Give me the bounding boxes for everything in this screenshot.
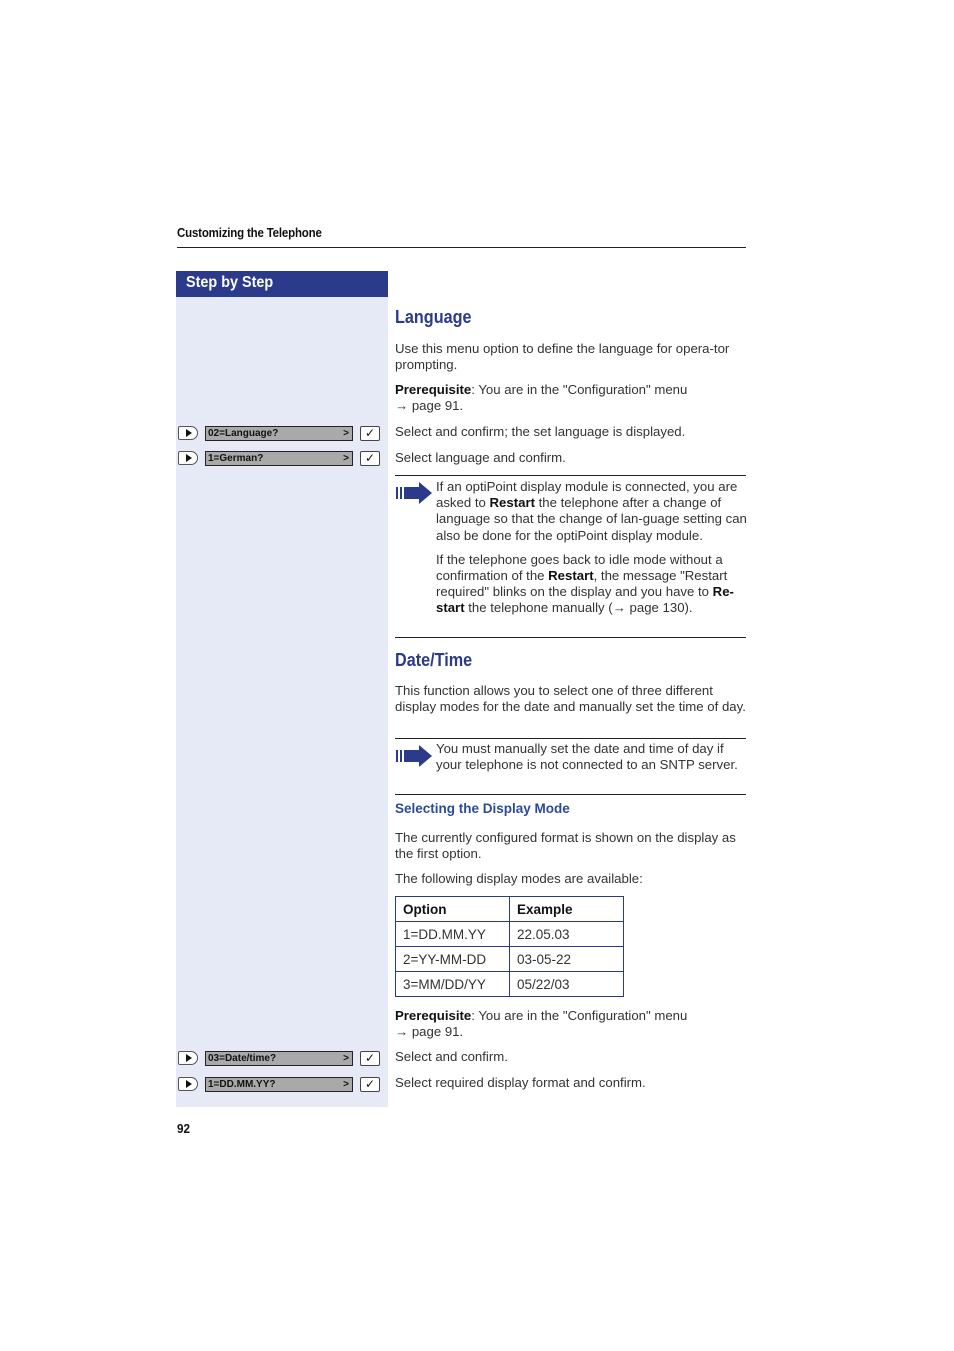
step-description: Select language and confirm. xyxy=(395,450,566,465)
step-row: 1=German? > ✓ xyxy=(178,450,380,466)
navigate-key-icon[interactable] xyxy=(178,426,198,440)
display-text: 02=Language? xyxy=(208,427,279,439)
datetime-note: You must manually set the date and time … xyxy=(436,741,738,773)
language-heading-text: Language xyxy=(395,307,472,327)
note-bold: Restart xyxy=(489,495,535,511)
datetime-prerequisite: Prerequisite: You are in the "Configurat… xyxy=(395,1008,747,1040)
note-rule-bottom xyxy=(395,637,746,638)
note-arrow-icon xyxy=(396,745,432,767)
language-note: If an optiPoint display module is connec… xyxy=(436,479,747,617)
navigate-key-icon[interactable] xyxy=(178,451,198,465)
confirm-key-icon[interactable]: ✓ xyxy=(360,450,380,466)
language-prerequisite: Prerequisite: You are in the "Configurat… xyxy=(395,382,747,414)
phone-display: 1=DD.MM.YY? > xyxy=(205,1076,353,1092)
table-row: 1=DD.MM.YY 22.05.03 xyxy=(395,921,624,947)
confirm-key-icon[interactable]: ✓ xyxy=(360,1050,380,1066)
step-row: 03=Date/time? > ✓ xyxy=(178,1050,380,1066)
datetime-heading: Date/Time xyxy=(395,650,481,671)
step-description: Select and confirm; the set language is … xyxy=(395,424,686,439)
table-header-row: Option Example xyxy=(395,896,624,922)
display-text: 03=Date/time? xyxy=(208,1052,277,1064)
note-rule-bottom xyxy=(395,794,746,795)
display-arrow: > xyxy=(343,1078,349,1090)
display-arrow: > xyxy=(343,452,349,464)
page-reference-link[interactable]: → page 91. xyxy=(395,398,463,413)
table-row: 2=YY-MM-DD 03-05-22 xyxy=(395,946,624,972)
step-by-step-title: Step by Step xyxy=(186,274,274,291)
display-arrow: > xyxy=(343,1052,349,1064)
note-arrow-icon xyxy=(396,482,432,504)
note-text: the telephone manually (→ page 130). xyxy=(464,600,693,616)
display-text: 1=German? xyxy=(208,452,264,464)
display-modes-table: Option Example 1=DD.MM.YY 22.05.03 2=YY-… xyxy=(395,896,624,997)
display-text: 1=DD.MM.YY? xyxy=(208,1078,276,1090)
step-description: Select required display format and confi… xyxy=(395,1075,646,1090)
note-rule-top xyxy=(395,475,746,476)
prereq-text: : You are in the "Configuration" menu xyxy=(471,382,688,397)
column-header-example: Example xyxy=(509,896,624,922)
option-cell: 2=YY-MM-DD xyxy=(395,946,510,972)
language-intro: Use this menu option to define the langu… xyxy=(395,341,730,373)
prereq-label: Prerequisite xyxy=(395,1008,472,1023)
page-number: 92 xyxy=(177,1121,191,1136)
step-description: Select and confirm. xyxy=(395,1049,508,1064)
display-mode-para2: The following display modes are availabl… xyxy=(395,871,643,886)
step-row: 1=DD.MM.YY? > ✓ xyxy=(178,1076,380,1092)
datetime-intro: This function allows you to select one o… xyxy=(395,683,746,715)
navigate-key-icon[interactable] xyxy=(178,1051,198,1065)
example-cell: 22.05.03 xyxy=(509,921,624,947)
note-bold: Restart xyxy=(548,568,594,584)
phone-display: 03=Date/time? > xyxy=(205,1050,353,1066)
phone-display: 02=Language? > xyxy=(205,425,353,441)
phone-display: 1=German? > xyxy=(205,450,353,466)
display-mode-para1: The currently configured format is shown… xyxy=(395,830,736,862)
column-header-option: Option xyxy=(395,896,510,922)
step-by-step-column xyxy=(176,297,388,1107)
step-row: 02=Language? > ✓ xyxy=(178,425,380,441)
confirm-key-icon[interactable]: ✓ xyxy=(360,425,380,441)
note-rule-top xyxy=(395,738,746,739)
datetime-heading-text: Date/Time xyxy=(395,650,473,670)
display-mode-subheading: Selecting the Display Mode xyxy=(395,801,570,816)
prereq-text: : You are in the "Configuration" menu xyxy=(471,1008,688,1023)
display-arrow: > xyxy=(343,427,349,439)
running-head: Customizing the Telephone xyxy=(177,226,322,240)
language-heading: Language xyxy=(395,307,480,328)
example-cell: 05/22/03 xyxy=(509,971,624,997)
navigate-key-icon[interactable] xyxy=(178,1077,198,1091)
header-rule xyxy=(177,247,746,248)
confirm-key-icon[interactable]: ✓ xyxy=(360,1076,380,1092)
option-cell: 3=MM/DD/YY xyxy=(395,971,510,997)
page-reference-link[interactable]: → page 91. xyxy=(395,1024,463,1039)
example-cell: 03-05-22 xyxy=(509,946,624,972)
prereq-label: Prerequisite xyxy=(395,382,472,397)
table-row: 3=MM/DD/YY 05/22/03 xyxy=(395,971,624,997)
option-cell: 1=DD.MM.YY xyxy=(395,921,510,947)
step-by-step-header: Step by Step xyxy=(176,271,388,297)
